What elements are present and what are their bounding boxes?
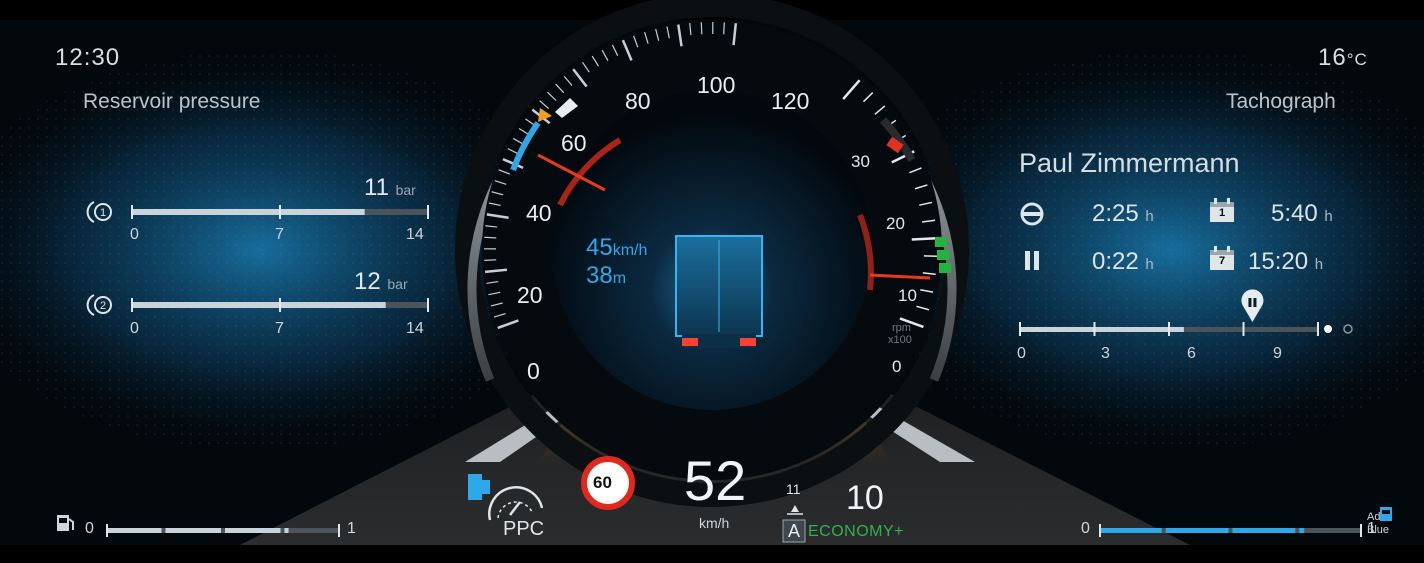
circuit-1-tick-mid: 7 (275, 226, 284, 243)
circuit-1-value: 11 bar (364, 174, 416, 201)
acc-set-speed: 45km/h (586, 234, 648, 261)
circuit-1-tick-min: 0 (130, 226, 139, 243)
adblue-bar-segment (1232, 528, 1296, 533)
circuit-2-tick (131, 298, 133, 312)
rpm-tick-mark (911, 236, 937, 241)
adblue-bar-end-tick (1360, 524, 1362, 537)
speed-tick-mark (484, 236, 497, 239)
speed-tick-40: 40 (526, 200, 552, 226)
rpm-tick-30: 30 (851, 152, 870, 171)
fuel-bar-end-tick (338, 524, 340, 537)
adblue-label-bottom: Blue (1367, 524, 1390, 536)
current-speed: 52 (684, 449, 747, 512)
temperature-value: 16 (1318, 44, 1347, 71)
circuit-1-tick (279, 205, 281, 219)
outside-temperature: 16°C (1318, 44, 1368, 72)
current-gear: 10 (846, 479, 884, 517)
speed-tick-120: 120 (771, 88, 810, 114)
reservoir-pressure-title: Reservoir pressure (83, 90, 261, 113)
timeline-end-dot (1324, 325, 1332, 333)
adblue-label-top: Ad (1367, 511, 1381, 523)
fuel-bar-segment (225, 528, 281, 533)
adblue-bar-segment (1099, 528, 1162, 533)
fuel-bar-segment (106, 528, 162, 533)
driving-mode: ECONOMY+ (808, 523, 905, 540)
adblue-min: 0 (1081, 520, 1090, 537)
timeline-tick (1317, 322, 1319, 336)
speed-tick-mark (700, 22, 703, 35)
weekly-time: 15:20 h (1248, 248, 1324, 275)
speed-tick-mark (723, 22, 725, 35)
mode-letter: A (788, 521, 801, 541)
speed-tick-0: 0 (527, 358, 540, 384)
acc-distance-unit: m (612, 270, 627, 287)
speed-tick-80: 80 (625, 88, 651, 114)
timeline-tick (1168, 322, 1170, 336)
timeline-tick-9: 9 (1273, 345, 1282, 362)
circuit-1-unit: bar (395, 182, 416, 198)
rpm-tick-20: 20 (886, 214, 905, 233)
timeline-tick-0: 0 (1017, 345, 1026, 362)
timeline-tick (1019, 322, 1021, 336)
circuit-2-bar-fill (132, 302, 386, 308)
circuit-2-tick-mid: 7 (275, 320, 284, 337)
rpm-unit-top: rpm (892, 322, 911, 334)
circuit-1-tick-max: 14 (406, 226, 424, 243)
speed-tick-60: 60 (561, 130, 587, 156)
speed-tick-20: 20 (517, 282, 543, 308)
timeline-tick (1242, 322, 1245, 336)
calendar-day-label: 1 (1219, 207, 1226, 219)
daily-time-unit: h (1324, 208, 1333, 225)
daily-time: 5:40 h (1271, 200, 1333, 227)
break-time-unit: h (1145, 256, 1154, 273)
circuit-2-unit: bar (387, 276, 408, 292)
speed-tick-100: 100 (697, 72, 736, 98)
circuit-2-tick-min: 0 (130, 320, 139, 337)
svg-text:2: 2 (100, 300, 106, 312)
adblue-bar-segment (1165, 528, 1229, 533)
truck-ahead-icon (675, 235, 763, 348)
gear-target: 11 (786, 481, 801, 497)
circuit-2-value: 12 bar (354, 268, 408, 295)
driving-time: 2:25 h (1092, 200, 1154, 227)
acc-set-speed-unit: km/h (612, 242, 648, 259)
rpm-tick-0: 0 (892, 357, 902, 376)
break-time: 0:22 h (1092, 248, 1154, 275)
adblue-bar-segment (1299, 528, 1305, 533)
temperature-unit: °C (1346, 50, 1368, 69)
timeline-fill (1020, 327, 1184, 332)
timeline-tick-6: 6 (1187, 345, 1196, 362)
speed-tick-mark (484, 259, 497, 261)
driving-time-unit: h (1145, 208, 1154, 225)
weekly-time-unit: h (1314, 256, 1324, 273)
adblue-bar-start-tick (1099, 524, 1101, 537)
driver-name: Paul Zimmermann (1019, 148, 1240, 178)
speed-limit-value: 60 (593, 473, 612, 492)
circuit-1-tick (131, 205, 133, 219)
fuel-bar-start-tick (106, 524, 108, 537)
clock: 12:30 (55, 44, 121, 71)
rpm-unit-bottom: x100 (888, 334, 912, 346)
ppc-label: PPC (503, 518, 545, 540)
circuit-1-tick (427, 205, 429, 219)
fuel-bar-segment (165, 528, 221, 533)
timeline-tick-3: 3 (1101, 345, 1110, 362)
adblue-icon (1380, 507, 1392, 521)
fuel-bar-segment (284, 528, 289, 533)
circuit-2-tick (427, 298, 429, 312)
circuit-2-tick (279, 298, 281, 312)
rpm-tick-10: 10 (898, 286, 917, 305)
fuel-max: 1 (347, 520, 356, 537)
current-speed-unit: km/h (699, 515, 730, 531)
circuit-2-tick-max: 14 (406, 320, 424, 337)
svg-text:1: 1 (100, 207, 106, 219)
tachograph-title: Tachograph (1226, 90, 1336, 113)
fuel-min: 0 (85, 520, 94, 537)
acc-distance: 38m (586, 262, 627, 289)
calendar-week-label: 7 (1219, 255, 1226, 267)
circuit-1-bar-fill (132, 209, 365, 215)
timeline-tick (1093, 322, 1096, 336)
